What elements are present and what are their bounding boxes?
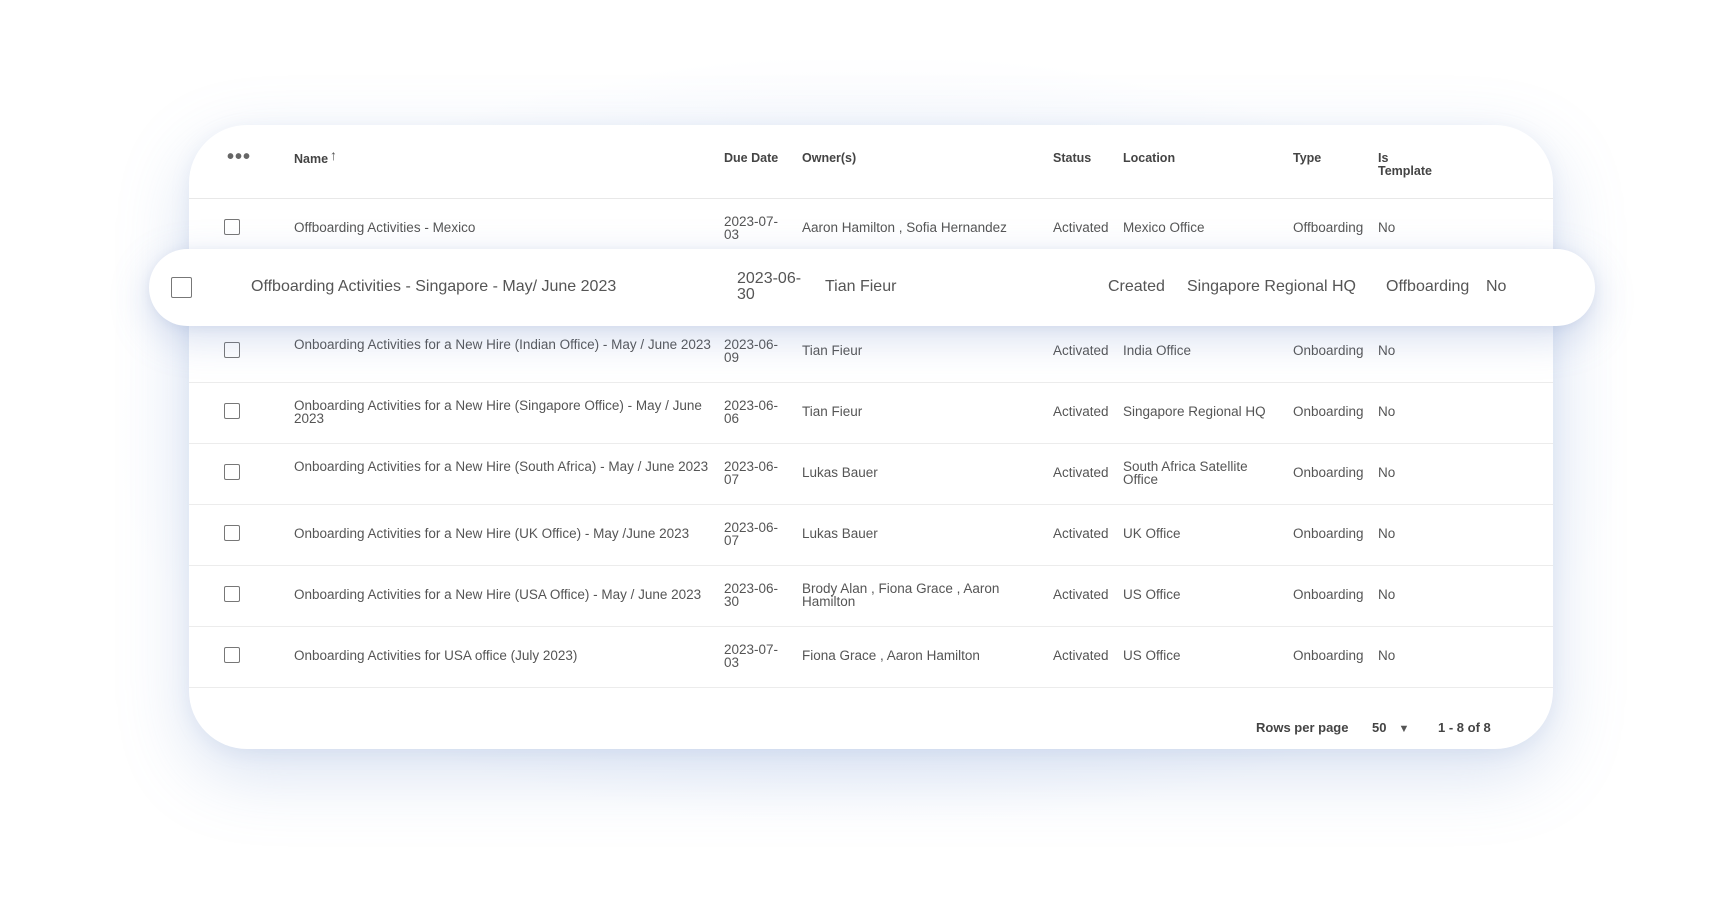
row-checkbox[interactable] [171,277,192,298]
row-type: Onboarding [1293,343,1364,358]
row-type: Onboarding [1293,648,1364,663]
caret-down-icon[interactable]: ▼ [1398,723,1409,735]
row-owners: Tian Fieur [802,404,863,419]
row-is-template: No [1378,648,1396,663]
row-location: Singapore Regional HQ [1187,278,1356,295]
row-location: US Office [1123,587,1181,602]
row-type: Onboarding [1293,587,1364,602]
highlighted-row[interactable]: Offboarding Activities - Singapore - May… [149,249,1595,326]
row-is-template: No [1378,404,1396,419]
column-name-label: Name [294,152,329,166]
row-owners: Aaron Hamilton , Sofia Hernandez [802,220,1007,235]
row-owners: Lukas Bauer [802,526,878,541]
row-is-template: No [1378,587,1396,602]
row-checkbox[interactable] [224,647,240,663]
table-header: ••• Name ↑ Due Date Owner(s) Status Locat… [189,125,1553,199]
row-checkbox[interactable] [224,586,240,602]
row-type: Onboarding [1293,526,1364,541]
row-due-date: 2023-07-03 [724,214,779,242]
row-status: Activated [1053,465,1109,480]
row-is-template: No [1378,526,1396,541]
row-status: Activated [1053,648,1109,663]
row-due-date: 2023-06-30 [737,270,802,303]
row-location: India Office [1123,343,1192,358]
row-due-date: 2023-06-30 [724,581,779,609]
row-name: Onboarding Activities for a New Hire (In… [294,337,711,352]
more-horizontal-icon[interactable]: ••• [227,147,251,167]
pagination-footer: Rows per page 50 ▼ 1 - 8 of 8 [189,720,1553,740]
row-name: Onboarding Activities for a New Hire (Si… [294,398,702,426]
row-is-template: No [1378,220,1396,235]
row-due-date: 2023-07-03 [724,642,779,670]
row-due-date: 2023-06-07 [724,459,779,487]
row-due-date: 2023-06-06 [724,398,779,426]
column-header-owners[interactable]: Owner(s) [802,152,1032,165]
rows-per-page-select[interactable]: 50 ▼ [1372,720,1409,735]
table-row[interactable]: Onboarding Activities for USA office (Ju… [189,626,1553,688]
arrow-up-icon[interactable]: ↑ [330,147,337,163]
row-checkbox[interactable] [224,219,240,235]
row-status: Activated [1053,404,1109,419]
table-row[interactable]: Onboarding Activities for a New Hire (Si… [189,382,1553,444]
row-due-date: 2023-06-07 [724,520,779,548]
row-name: Onboarding Activities for a New Hire (US… [294,587,702,602]
row-status: Activated [1053,343,1109,358]
row-checkbox[interactable] [224,403,240,419]
row-type: Onboarding [1293,465,1364,480]
row-location: US Office [1123,648,1181,663]
row-owners: Fiona Grace , Aaron Hamilton [802,648,980,663]
row-owners: Lukas Bauer [802,465,878,480]
row-status: Activated [1053,587,1109,602]
table-row[interactable]: Onboarding Activities for a New Hire (US… [189,565,1553,627]
row-type: Offboarding [1386,278,1470,295]
row-owners: Brody Alan , Fiona Grace , Aaron Hamilto… [802,581,1000,609]
row-type: Offboarding [1293,220,1364,235]
row-location: South Africa Satellite Office [1123,459,1248,487]
row-location: Singapore Regional HQ [1123,404,1266,419]
column-header-is-template[interactable]: Is Template [1378,152,1440,178]
row-owners: Tian Fieur [802,343,863,358]
table-row[interactable]: Onboarding Activities for a New Hire (UK… [189,504,1553,566]
row-checkbox[interactable] [224,342,240,358]
row-type: Onboarding [1293,404,1364,419]
row-status: Activated [1053,526,1109,541]
row-is-template: No [1378,343,1396,358]
column-header-type[interactable]: Type [1293,152,1321,165]
activities-table-card: ••• Name ↑ Due Date Owner(s) Status Locat… [189,125,1553,749]
row-name: Offboarding Activities - Singapore - May… [251,278,617,295]
column-header-location[interactable]: Location [1123,152,1283,165]
row-name: Onboarding Activities for a New Hire (UK… [294,526,690,541]
row-due-date: 2023-06-09 [724,337,779,365]
row-name: Offboarding Activities - Mexico [294,220,476,235]
row-location: Mexico Office [1123,220,1205,235]
pagination-range: 1 - 8 of 8 [1438,720,1491,735]
column-header-status[interactable]: Status [1053,152,1091,165]
table-row[interactable]: Onboarding Activities for a New Hire (In… [189,321,1553,383]
table-row[interactable]: Onboarding Activities for a New Hire (So… [189,443,1553,505]
row-name: Onboarding Activities for USA office (Ju… [294,648,578,663]
column-header-name[interactable]: Name ↑ [294,148,719,166]
row-is-template: No [1486,278,1507,295]
row-location: UK Office [1123,526,1181,541]
row-status: Activated [1053,220,1109,235]
row-name: Onboarding Activities for a New Hire (So… [294,459,709,474]
row-owners: Tian Fieur [825,278,897,295]
row-checkbox[interactable] [224,525,240,541]
row-is-template: No [1378,465,1396,480]
row-status: Created [1108,278,1165,295]
column-header-due-date[interactable]: Due Date [724,152,788,165]
rows-per-page-label: Rows per page [1256,720,1349,735]
row-checkbox[interactable] [224,464,240,480]
rows-per-page-value: 50 [1372,720,1387,735]
